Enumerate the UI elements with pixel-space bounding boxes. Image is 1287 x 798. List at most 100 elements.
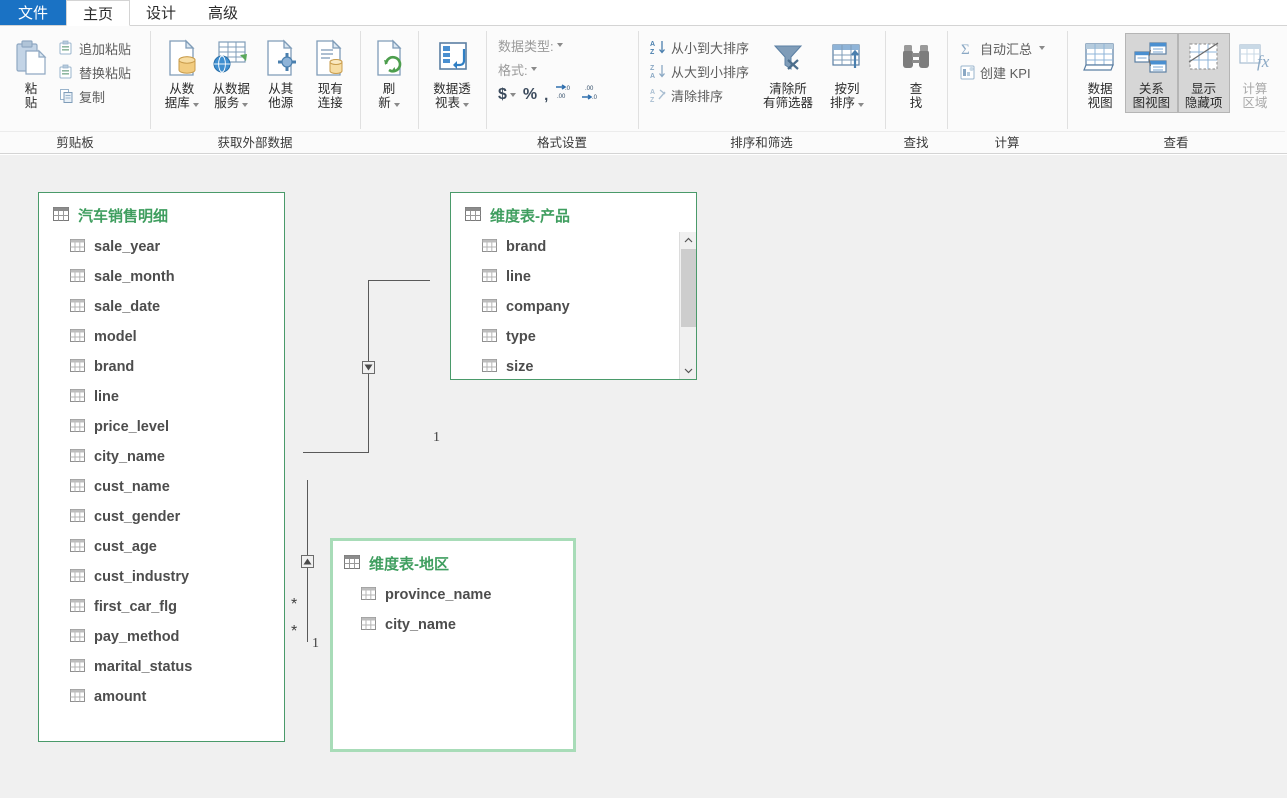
sort-ascending-button[interactable]: A Z 从小到大排序 [646,35,753,59]
diagram-view-button[interactable]: 关系 图视图 [1125,33,1178,113]
currency-icon[interactable]: $ [498,86,507,104]
autosum-dropdown-icon[interactable] [1039,46,1046,50]
sort-descending-button[interactable]: Z A 从大到小排序 [646,59,753,83]
autosum-button[interactable]: Σ 自动汇总 [955,36,1049,60]
scrollbar-track[interactable] [680,249,696,362]
table-card-dim-region[interactable]: 维度表-地区 province_name city_name [330,538,576,752]
ribbon-group-pivot-label [418,131,486,153]
table-card-fact-sales[interactable]: 汽车销售明细 sale_year sale_month sale_date mo… [38,192,285,742]
table-scrollbar[interactable] [679,232,696,379]
pivot-table-button[interactable]: 数据透 视表 [423,33,481,113]
table-field[interactable]: price_level [39,412,284,442]
find-button[interactable]: 查 找 [890,33,942,113]
table-title-dim-region[interactable]: 维度表-地区 [333,541,573,580]
ribbon-group-refresh: 刷 新 [360,26,418,153]
table-field[interactable]: brand [39,352,284,382]
table-title-fact-sales[interactable]: 汽车销售明细 [39,193,284,232]
table-field[interactable]: line [451,262,696,292]
create-kpi-button[interactable]: 创建 KPI [955,60,1049,84]
currency-dropdown-icon[interactable] [509,93,516,97]
ribbon-group-sort-filter: A Z 从小到大排序 Z A 从大到小排序 A Z 清除排序 清除所 有筛选器 … [638,26,885,153]
sort-by-column-dropdown-icon[interactable] [858,103,865,107]
field-icon [70,598,85,616]
percent-icon[interactable]: % [523,86,537,104]
table-field[interactable]: type [451,322,696,352]
from-other-sources-button[interactable]: 从其 他源 [256,33,306,113]
format-dropdown-icon[interactable] [530,67,537,71]
table-field[interactable]: cust_age [39,532,284,562]
sort-by-column-button[interactable]: 按列 排序 [821,33,873,113]
comma-style-icon[interactable]: , [544,87,548,104]
table-field[interactable]: sale_year [39,232,284,262]
table-field[interactable]: city_name [39,442,284,472]
data-view-button[interactable]: 数据 视图 [1075,33,1125,113]
from-data-service-dropdown-icon[interactable] [242,103,249,107]
pivot-table-dropdown-icon[interactable] [463,103,469,107]
field-label: cust_name [94,479,170,495]
scrollbar-thumb[interactable] [681,249,696,327]
field-label: line [506,269,531,285]
table-field[interactable]: marital_status [39,652,284,682]
table-title-dim-product[interactable]: 维度表-产品 [451,193,696,232]
field-label: sale_year [94,239,161,255]
from-database-dropdown-icon[interactable] [192,103,199,107]
existing-connections-button[interactable]: 现有 连接 [306,33,356,113]
replace-paste-button[interactable]: 替换粘贴 [54,60,135,84]
show-hidden-button[interactable]: 显示 隐藏项 [1177,33,1230,113]
field-label: brand [94,359,135,375]
table-fields-fact-sales: sale_year sale_month sale_date model bra… [39,232,284,741]
table-field[interactable]: cust_name [39,472,284,502]
table-field[interactable]: brand [451,232,696,262]
table-field[interactable]: model [39,322,284,352]
from-data-service-button[interactable]: 从数据 服务 [207,33,257,113]
table-card-dim-product[interactable]: 维度表-产品 brand line company type size [450,192,697,380]
paste-button[interactable]: 粘 贴 [8,33,54,113]
data-type-label: 数据类型: [498,38,554,54]
field-icon [482,298,497,316]
table-field[interactable]: cust_gender [39,502,284,532]
copy-button[interactable]: 复制 [54,84,135,108]
tab-design-label: 设计 [146,4,177,22]
data-type-dropdown-icon[interactable] [556,43,563,47]
copy-label: 复制 [79,89,106,105]
table-field[interactable]: province_name [333,580,573,610]
calculation-area-button[interactable]: fx 计算 区域 [1230,33,1280,113]
field-icon [482,238,497,256]
autosum-icon: Σ [959,40,976,57]
table-field[interactable]: sale_date [39,292,284,322]
clear-sort-button[interactable]: A Z 清除排序 [646,83,753,107]
table-field[interactable]: sale_month [39,262,284,292]
rel2-direction-arrow-icon[interactable] [301,555,314,568]
refresh-icon [371,36,407,80]
table-icon [344,554,360,573]
rel2-many-label: * [291,623,298,640]
format-label: 格式: [498,62,528,78]
table-field[interactable]: company [451,292,696,322]
table-field[interactable]: pay_method [39,622,284,652]
refresh-dropdown-icon[interactable] [393,103,400,107]
table-field[interactable]: city_name [333,610,573,640]
ribbon-tab-bar: 文件 主页 设计 高级 [0,0,1287,26]
tab-advanced[interactable]: 高级 [192,0,255,25]
table-field[interactable]: first_car_flg [39,592,284,622]
diagram-canvas[interactable]: 1 * * 1 汽车销售明细 sale_year sale_month sale… [0,155,1287,798]
rel1-direction-arrow-icon[interactable] [362,361,375,374]
data-type-row[interactable]: 数据类型: [494,33,600,57]
table-field[interactable]: cust_industry [39,562,284,592]
scroll-down-icon[interactable] [680,362,696,379]
format-row[interactable]: 格式: [494,57,600,81]
scroll-up-icon[interactable] [680,232,696,249]
tab-file[interactable]: 文件 [0,0,66,25]
increase-decimal-icon[interactable]: .0 .00 [555,84,574,106]
from-database-button[interactable]: 从数 据库 [157,33,207,113]
clear-all-filters-button[interactable]: 清除所 有筛选器 [757,33,819,113]
table-field[interactable]: size [451,352,696,379]
tab-home[interactable]: 主页 [66,0,131,26]
decrease-decimal-icon[interactable]: .00 .0 [581,84,600,106]
tab-design[interactable]: 设计 [130,0,193,25]
append-paste-button[interactable]: 追加粘贴 [54,36,135,60]
clipboard-small-buttons: 追加粘贴 替换粘贴 复制 [54,36,135,108]
table-field[interactable]: line [39,382,284,412]
table-field[interactable]: amount [39,682,284,712]
refresh-button[interactable]: 刷 新 [365,33,413,113]
